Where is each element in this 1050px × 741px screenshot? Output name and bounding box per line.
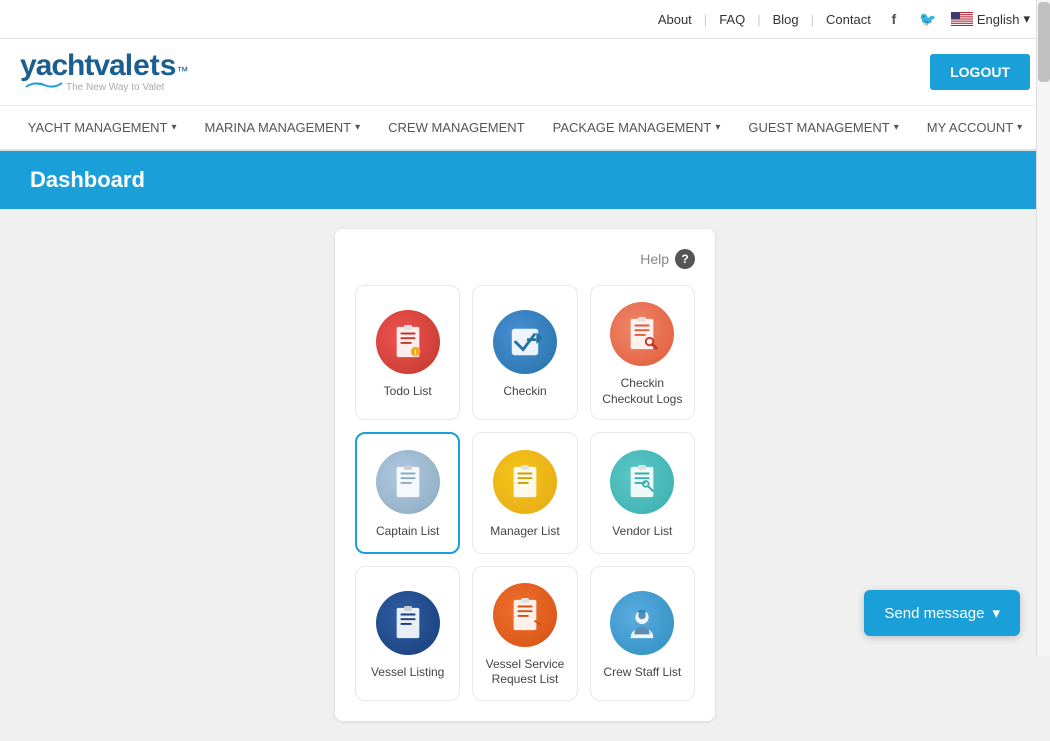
checkin-icon bbox=[493, 310, 557, 374]
crew-staff-list-label: Crew Staff List bbox=[603, 665, 681, 681]
main-content: Help ? ! Todo List Checkin Checkin Checkout… bbox=[0, 209, 1050, 741]
blog-link[interactable]: Blog bbox=[773, 12, 799, 27]
sep3: | bbox=[811, 12, 814, 27]
icon-card-checkin[interactable]: Checkin bbox=[472, 285, 577, 420]
icon-card-vessel-listing[interactable]: Vessel Listing bbox=[355, 566, 460, 701]
header: yachtvalets™ The New Way to Valet LOGOUT bbox=[0, 39, 1050, 106]
language-label: English bbox=[977, 12, 1020, 27]
manager-list-label: Manager List bbox=[490, 524, 559, 540]
logo-bird-icon bbox=[24, 79, 64, 95]
logout-button[interactable]: LOGOUT bbox=[930, 54, 1030, 90]
send-message-button[interactable]: Send message ▾ bbox=[864, 590, 1020, 636]
scrollbar-track bbox=[1036, 0, 1050, 656]
checkin-checkout-logs-label: Checkin Checkout Logs bbox=[599, 376, 686, 407]
chevron-down-icon: ▾ bbox=[894, 122, 899, 133]
nav-my-account[interactable]: MY ACCOUNT ▾ bbox=[915, 106, 1034, 149]
about-link[interactable]: About bbox=[658, 12, 692, 27]
icon-card-crew-staff-list[interactable]: Crew Staff List bbox=[590, 566, 695, 701]
logo-tagline: The New Way to Valet bbox=[66, 82, 164, 93]
top-bar: About | FAQ | Blog | Contact f 🐦 English… bbox=[0, 0, 1050, 39]
icon-card-manager-list[interactable]: Manager List bbox=[472, 432, 577, 554]
icon-grid: ! Todo List Checkin Checkin Checkout Logs Ca… bbox=[355, 285, 695, 701]
nav-package-management[interactable]: PACKAGE MANAGEMENT ▾ bbox=[541, 106, 733, 149]
checkin-label: Checkin bbox=[503, 384, 546, 400]
language-selector[interactable]: English ▾ bbox=[951, 11, 1030, 27]
todo-list-icon: ! bbox=[376, 310, 440, 374]
nav-guest-management[interactable]: GUEST MANAGEMENT ▾ bbox=[736, 106, 910, 149]
crew-staff-list-icon bbox=[610, 591, 674, 655]
captain-list-icon bbox=[376, 450, 440, 514]
vessel-listing-label: Vessel Listing bbox=[371, 665, 444, 681]
todo-list-label: Todo List bbox=[384, 384, 432, 400]
vessel-service-request-list-icon bbox=[493, 583, 557, 647]
faq-link[interactable]: FAQ bbox=[719, 12, 745, 27]
icon-card-checkin-checkout-logs[interactable]: Checkin Checkout Logs bbox=[590, 285, 695, 420]
svg-text:!: ! bbox=[414, 348, 417, 357]
dashboard-header: Dashboard bbox=[0, 151, 1050, 209]
contact-link[interactable]: Contact bbox=[826, 12, 871, 27]
nav-yacht-management[interactable]: YACHT MANAGEMENT ▾ bbox=[16, 106, 189, 149]
chevron-down-icon: ▾ bbox=[715, 122, 720, 133]
logo[interactable]: yachtvalets™ The New Way to Valet bbox=[20, 49, 188, 95]
send-message-label: Send message bbox=[884, 605, 984, 622]
chevron-down-icon: ▾ bbox=[1017, 122, 1022, 133]
chevron-down-icon: ▾ bbox=[171, 122, 176, 133]
us-flag-icon bbox=[951, 12, 973, 26]
dashboard-title: Dashboard bbox=[30, 167, 145, 192]
sep2: | bbox=[757, 12, 760, 27]
nav-crew-management[interactable]: CREW MANAGEMENT bbox=[376, 106, 537, 149]
facebook-icon[interactable]: f bbox=[883, 8, 905, 30]
manager-list-icon bbox=[493, 450, 557, 514]
chevron-down-icon: ▾ bbox=[992, 604, 1000, 622]
scrollbar-thumb[interactable] bbox=[1038, 2, 1050, 82]
vessel-listing-icon bbox=[376, 591, 440, 655]
main-nav: YACHT MANAGEMENT ▾ MARINA MANAGEMENT ▾ C… bbox=[0, 106, 1050, 151]
twitter-icon[interactable]: 🐦 bbox=[917, 8, 939, 30]
icon-card-captain-list[interactable]: Captain List bbox=[355, 432, 460, 554]
vessel-service-request-list-label: Vessel Service Request List bbox=[481, 657, 568, 688]
help-label: Help bbox=[640, 251, 669, 267]
dashboard-card: Help ? ! Todo List Checkin Checkin Checkout… bbox=[335, 229, 715, 721]
checkin-checkout-logs-icon bbox=[610, 302, 674, 366]
sep1: | bbox=[704, 12, 707, 27]
icon-card-todo-list[interactable]: ! Todo List bbox=[355, 285, 460, 420]
vendor-list-icon bbox=[610, 450, 674, 514]
chevron-down-icon: ▾ bbox=[355, 122, 360, 133]
card-header: Help ? bbox=[355, 249, 695, 269]
vendor-list-label: Vendor List bbox=[612, 524, 672, 540]
captain-list-label: Captain List bbox=[376, 524, 439, 540]
icon-card-vessel-service-request-list[interactable]: Vessel Service Request List bbox=[472, 566, 577, 701]
help-icon[interactable]: ? bbox=[675, 249, 695, 269]
icon-card-vendor-list[interactable]: Vendor List bbox=[590, 432, 695, 554]
language-arrow: ▾ bbox=[1023, 11, 1030, 27]
nav-marina-management[interactable]: MARINA MANAGEMENT ▾ bbox=[192, 106, 372, 149]
logo-text: yachtva bbox=[20, 49, 125, 83]
